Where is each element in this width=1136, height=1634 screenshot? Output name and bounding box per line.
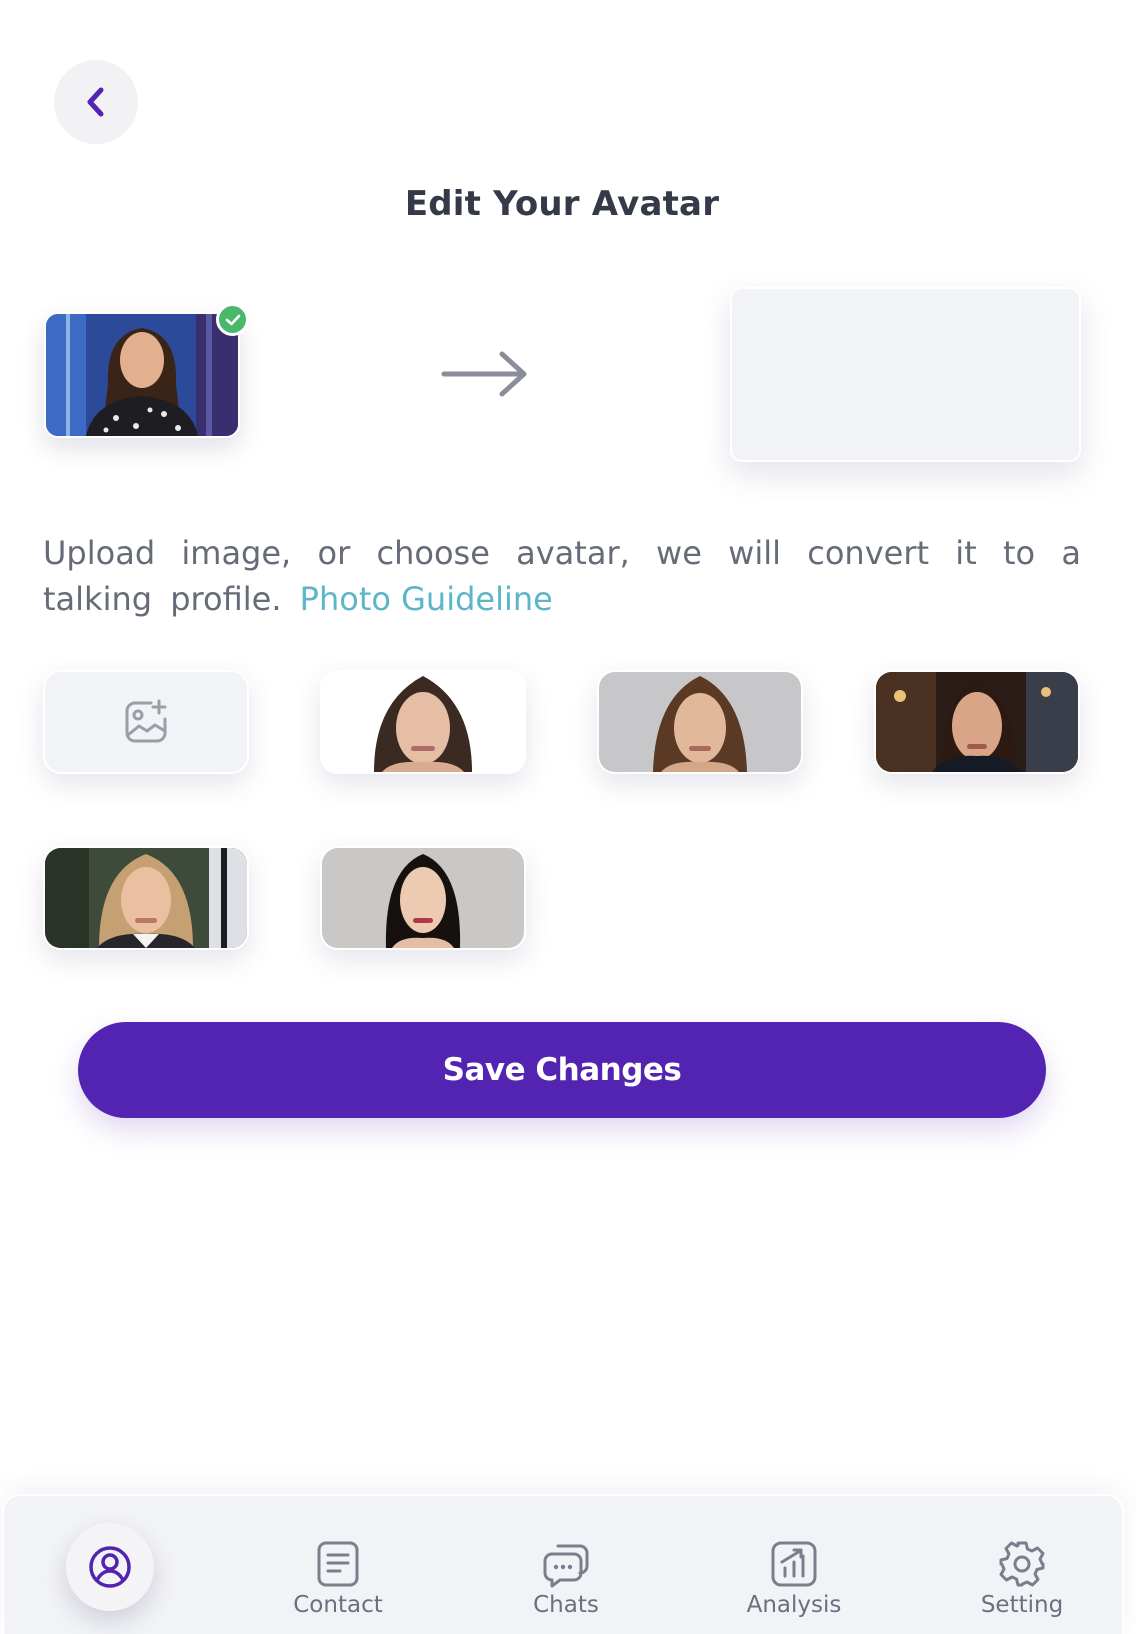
image-add-icon — [125, 699, 167, 743]
save-changes-button[interactable]: Save Changes — [78, 1022, 1046, 1118]
avatar-option-1[interactable] — [320, 670, 526, 774]
nav-chats-label: Chats — [533, 1592, 599, 1618]
bottom-navigation: Contact Chats Analysis Setting — [2, 1494, 1124, 1634]
selected-check-badge — [216, 303, 249, 336]
nav-profile-button[interactable] — [66, 1523, 154, 1611]
nav-setting[interactable]: Setting — [942, 1540, 1102, 1618]
nav-chats[interactable]: Chats — [486, 1540, 646, 1618]
nav-analysis-label: Analysis — [746, 1592, 842, 1618]
avatar-option-2[interactable] — [597, 670, 803, 774]
arrow-right-icon — [441, 351, 527, 397]
chat-bubbles-icon — [543, 1544, 589, 1588]
nav-contact[interactable]: Contact — [258, 1540, 418, 1618]
avatar-option-4[interactable] — [43, 846, 249, 950]
chevron-left-icon — [87, 87, 104, 117]
avatar-option-3[interactable] — [874, 670, 1080, 774]
page-title: Edit Your Avatar — [404, 184, 720, 224]
nav-setting-label: Setting — [980, 1592, 1064, 1618]
check-icon — [225, 314, 240, 325]
gear-icon — [999, 1541, 1045, 1587]
current-avatar-photo[interactable] — [44, 312, 240, 438]
photo-guideline-link[interactable]: Photo Guideline — [300, 580, 553, 618]
nav-analysis[interactable]: Analysis — [714, 1540, 874, 1618]
converted-avatar-preview — [730, 287, 1081, 462]
analysis-chart-icon — [771, 1541, 817, 1587]
contact-book-icon — [317, 1541, 359, 1587]
upload-image-button[interactable] — [43, 670, 249, 774]
avatar-option-5[interactable] — [320, 846, 526, 950]
user-circle-icon — [89, 1546, 131, 1588]
back-button[interactable] — [54, 60, 138, 144]
nav-contact-label: Contact — [293, 1592, 383, 1618]
description-text: Upload image, or choose avatar, we will … — [43, 534, 1081, 618]
